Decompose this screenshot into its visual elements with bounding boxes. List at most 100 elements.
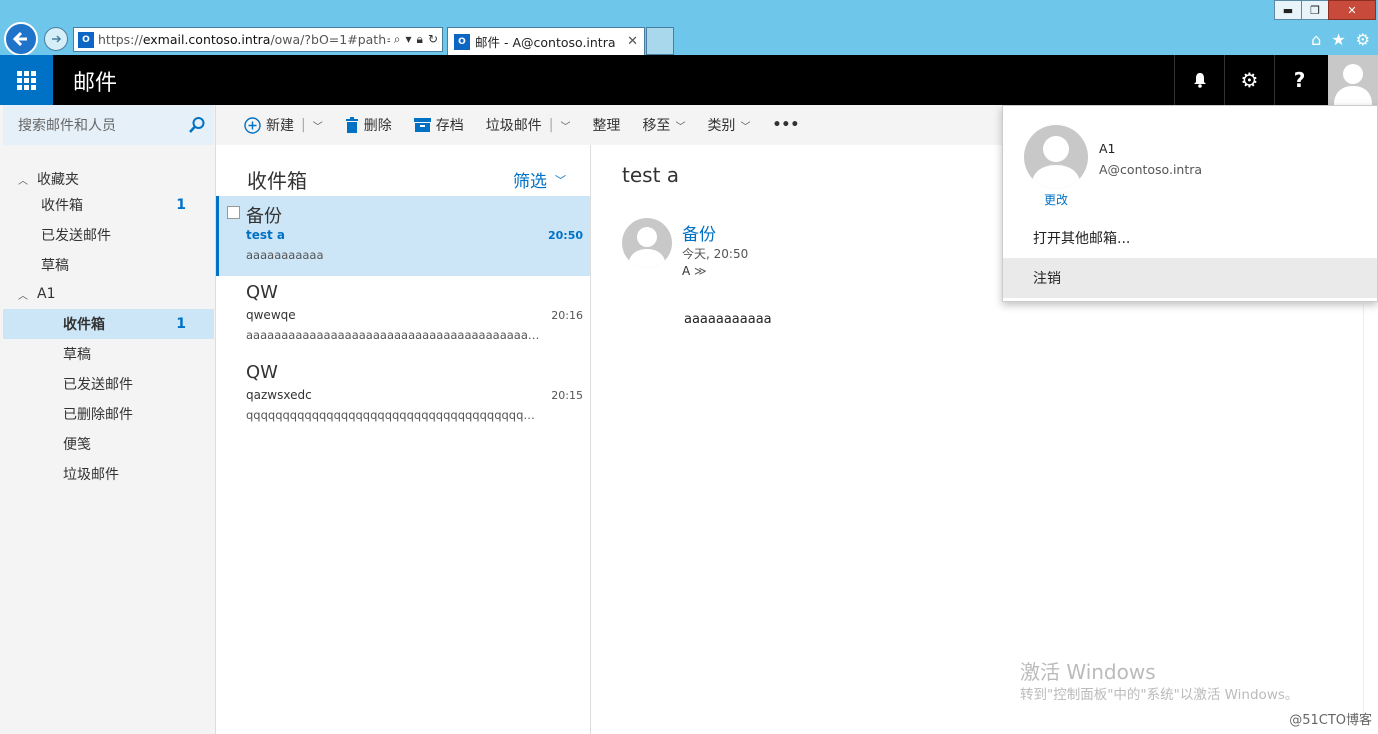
open-other-mailbox-item[interactable]: 打开其他邮箱... xyxy=(1003,218,1377,258)
person-icon xyxy=(1031,136,1081,189)
change-photo-link[interactable]: 更改 xyxy=(1044,191,1068,208)
message-time: 20:50 xyxy=(547,229,583,242)
message-subject: qwewqe xyxy=(246,308,296,322)
search-placeholder: 搜索邮件和人员 xyxy=(18,118,116,134)
new-button[interactable]: 新建 | ﹀ xyxy=(244,115,323,135)
delete-button[interactable]: 删除 xyxy=(345,115,392,135)
message-sender: QW xyxy=(246,362,278,383)
nav-folder-drafts[interactable]: 草稿 xyxy=(3,339,214,369)
gear-icon: ⚙ xyxy=(1240,68,1259,92)
scrollbar[interactable] xyxy=(1363,305,1364,725)
url-text[interactable]: https://exmail.contoso.intra/owa/?bO=1#p… xyxy=(98,32,390,47)
message-subject-heading: test a xyxy=(622,163,680,187)
chevron-down-icon: ﹀ xyxy=(555,173,566,187)
move-to-button[interactable]: 移至 ﹀ xyxy=(642,115,685,135)
lock-icon[interactable]: 🔒︎ xyxy=(417,32,423,47)
junk-button[interactable]: 垃圾邮件 | ﹀ xyxy=(486,115,571,135)
app-title: 邮件 xyxy=(73,71,118,96)
unread-count: 1 xyxy=(176,316,186,332)
chevron-up-icon: ︿ xyxy=(18,290,28,302)
chevron-up-icon: ︿ xyxy=(18,175,28,187)
chevron-down-icon[interactable]: ﹀ xyxy=(560,118,570,133)
account-name: A1 xyxy=(1099,141,1116,156)
sign-out-item[interactable]: 注销 xyxy=(1003,258,1377,298)
minimize-button[interactable]: ▬ xyxy=(1274,0,1302,20)
home-icon[interactable]: ⌂ xyxy=(1311,30,1321,49)
message-sender: 备份 xyxy=(246,206,282,227)
outlook-icon: O xyxy=(454,33,470,50)
address-icons: ⌕ ▾ 🔒︎ ↻ xyxy=(394,32,438,47)
arrow-right-icon xyxy=(52,35,62,43)
more-button[interactable]: ••• xyxy=(772,117,799,133)
person-icon xyxy=(1334,64,1372,105)
account-email: A@contoso.intra xyxy=(1099,162,1203,177)
folder-pane: 搜索邮件和人员 ︿ 收藏夹 收件箱 1 已发送邮件 草稿 ︿ A1 收件箱 1 … xyxy=(0,105,216,734)
activation-watermark-title: 激活 Windows xyxy=(1020,660,1156,684)
browser-tab[interactable]: O 邮件 - A@contoso.intra ✕ xyxy=(447,27,645,55)
help-button[interactable]: ? xyxy=(1274,55,1324,105)
filter-button[interactable]: 筛选 ﹀ xyxy=(513,167,566,192)
search-input[interactable]: 搜索邮件和人员 xyxy=(3,105,214,145)
message-preview: aaaaaaaaaaaaaaaaaaaaaaaaaaaaaaaaaaaaaaaa… xyxy=(246,328,541,342)
nav-folder-notes[interactable]: 便笺 xyxy=(3,429,214,459)
message-time: 20:16 xyxy=(551,309,583,322)
select-checkbox[interactable] xyxy=(227,206,240,219)
message-item[interactable]: QW qwewqe 20:16 aaaaaaaaaaaaaaaaaaaaaaaa… xyxy=(216,276,590,356)
new-tab-button[interactable] xyxy=(646,27,674,55)
nav-favorite-sent[interactable]: 已发送邮件 xyxy=(3,220,214,250)
message-date: 今天, 20:50 xyxy=(682,247,749,261)
close-button[interactable]: ✕ xyxy=(1328,0,1376,20)
activation-watermark-subtitle: 转到"控制面板"中的"系统"以激活 Windows。 xyxy=(1020,687,1299,703)
settings-button[interactable]: ⚙ xyxy=(1224,55,1274,105)
search-icon[interactable] xyxy=(188,116,206,134)
sweep-button[interactable]: 整理 xyxy=(592,115,620,135)
archive-button[interactable]: 存档 xyxy=(413,115,464,135)
tab-title: 邮件 - A@contoso.intra xyxy=(475,35,616,50)
message-item[interactable]: 备份 test a 20:50 aaaaaaaaaaa xyxy=(216,196,590,276)
message-item[interactable]: QW qazwsxedc 20:15 qqqqqqqqqqqqqqqqqqqqq… xyxy=(216,356,590,436)
unread-count: 1 xyxy=(176,197,186,213)
restore-button[interactable]: ❐ xyxy=(1301,0,1329,20)
nav-favorite-drafts[interactable]: 草稿 xyxy=(3,250,214,280)
chevron-down-icon[interactable]: ﹀ xyxy=(313,118,323,133)
account-avatar xyxy=(1024,125,1088,189)
bell-icon xyxy=(1193,73,1206,88)
tab-close-icon[interactable]: ✕ xyxy=(627,34,638,49)
expand-icon[interactable]: ≫ xyxy=(694,264,707,278)
owa-header: 邮件 ⚙ ? xyxy=(0,55,1378,105)
person-icon xyxy=(628,227,666,268)
window-controls: ▬ ❐ ✕ xyxy=(1274,0,1376,20)
category-button[interactable]: 类别 ﹀ xyxy=(707,115,750,135)
forward-button[interactable] xyxy=(44,27,68,51)
nav-folder-sent[interactable]: 已发送邮件 xyxy=(3,369,214,399)
more-icon: ••• xyxy=(772,117,800,133)
archive-icon xyxy=(413,118,431,132)
account-menu: A1 A@contoso.intra 更改 打开其他邮箱... 注销 xyxy=(1002,105,1378,302)
site-watermark: @51CTO博客 xyxy=(1289,713,1372,728)
chevron-down-icon: ﹀ xyxy=(740,121,751,133)
message-list: 收件箱 筛选 ﹀ 备份 test a 20:50 aaaaaaaaaaa QW … xyxy=(216,145,591,734)
nav-folder-inbox[interactable]: 收件箱 1 xyxy=(3,309,214,339)
message-preview: aaaaaaaaaaa xyxy=(246,248,324,262)
help-icon: ? xyxy=(1293,68,1306,92)
settings-icon[interactable]: ⚙ xyxy=(1356,30,1370,49)
nav-folder-deleted[interactable]: 已删除邮件 xyxy=(3,399,214,429)
nav-folder-junk[interactable]: 垃圾邮件 xyxy=(3,459,214,489)
app-launcher-button[interactable] xyxy=(0,55,53,105)
dropdown-icon[interactable]: ▾ xyxy=(406,32,412,47)
chevron-down-icon: ﹀ xyxy=(675,121,686,133)
account-header[interactable]: ︿ A1 xyxy=(3,279,214,309)
refresh-icon[interactable]: ↻ xyxy=(428,32,438,47)
account-avatar-button[interactable] xyxy=(1328,55,1378,105)
search-icon[interactable]: ⌕ xyxy=(394,32,401,47)
message-subject: test a xyxy=(246,228,286,242)
nav-favorite-inbox[interactable]: 收件箱 1 xyxy=(3,190,214,220)
back-button[interactable] xyxy=(4,22,38,56)
recipients[interactable]: A ≫ xyxy=(682,264,707,278)
notifications-button[interactable] xyxy=(1174,55,1224,105)
outlook-icon: O xyxy=(78,31,94,48)
sender-name-link[interactable]: 备份 xyxy=(682,220,716,245)
sender-avatar[interactable] xyxy=(622,218,672,268)
address-bar[interactable]: O https://exmail.contoso.intra/owa/?bO=1… xyxy=(73,27,443,52)
star-icon[interactable]: ★ xyxy=(1331,30,1345,49)
